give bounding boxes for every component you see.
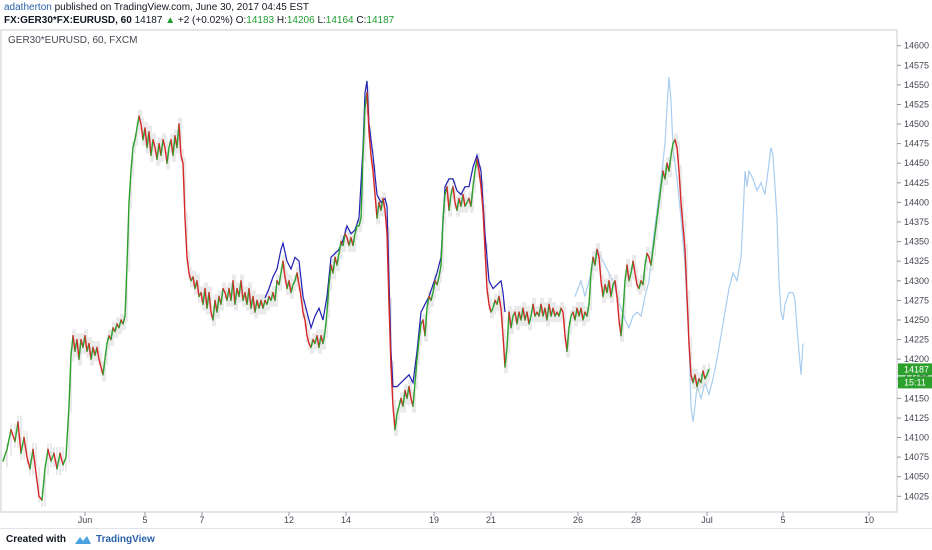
countdown-label: 15:11 — [904, 377, 926, 387]
x-tick-label: Jul — [701, 515, 713, 524]
x-tick-label: 7 — [199, 515, 204, 524]
high-label: H: — [276, 15, 287, 26]
y-tick-label: 14025 — [904, 491, 929, 501]
x-tick-label: 21 — [486, 515, 496, 524]
x-tick-label: 5 — [142, 515, 147, 524]
tradingview-logo-icon — [74, 535, 92, 545]
author-link[interactable]: adatherton — [4, 2, 52, 13]
y-tick-label: 14375 — [904, 217, 929, 227]
y-tick-label: 14450 — [904, 158, 929, 168]
close-value: 14187 — [366, 15, 395, 26]
close-label: C: — [356, 15, 367, 26]
tradingview-link[interactable]: TradingView — [96, 534, 155, 545]
published-text: published on TradingView.com, June 30, 2… — [54, 2, 310, 13]
open-value: 14183 — [246, 15, 275, 26]
x-tick-label: 5 — [780, 515, 785, 524]
x-tick-label: Jun — [78, 515, 93, 524]
y-tick-label: 14600 — [904, 41, 929, 51]
low-value: 14164 — [325, 15, 354, 26]
price-chart[interactable]: GER30*EURUSD, 60, FXCM 14025 14050 14075 14… — [0, 29, 932, 525]
y-tick-label: 14050 — [904, 472, 929, 482]
y-tick-label: 14400 — [904, 197, 929, 207]
y-tick-label: 14550 — [904, 80, 929, 90]
y-tick-label: 14125 — [904, 413, 929, 423]
symbol-line: FX:GER30*FX:EURUSD, 60 14187 ▲ +2 (+0.02… — [4, 14, 394, 28]
y-tick-label: 14525 — [904, 100, 929, 110]
y-tick-label: 14275 — [904, 295, 929, 305]
y-tick-label: 14475 — [904, 139, 929, 149]
created-with-text: Created with — [6, 534, 67, 545]
high-value: 14206 — [286, 15, 315, 26]
chart-container[interactable]: GER30*EURUSD, 60, FXCM 14025 14050 14075 14… — [0, 29, 932, 525]
symbol-name: FX:GER30*FX:EURUSD, 60 — [4, 15, 132, 26]
x-tick-label: 19 — [429, 515, 439, 524]
x-tick-label: 28 — [631, 515, 641, 524]
x-tick-label: 14 — [341, 515, 351, 524]
y-tick-label: 14250 — [904, 315, 929, 325]
y-tick-label: 14425 — [904, 178, 929, 188]
y-tick-label: 14575 — [904, 60, 929, 70]
y-tick-label: 14500 — [904, 119, 929, 129]
plot-area[interactable] — [0, 29, 898, 513]
low-label: L: — [317, 15, 326, 26]
y-tick-label: 14225 — [904, 335, 929, 345]
y-tick-label: 14300 — [904, 276, 929, 286]
open-label: O: — [235, 15, 247, 26]
change-arrow-icon: ▲ — [165, 15, 176, 26]
y-tick-label: 14075 — [904, 452, 929, 462]
chart-title: GER30*EURUSD, 60, FXCM — [8, 35, 137, 46]
last-price-label: 14187 — [904, 364, 929, 374]
publish-line: adatherton published on TradingView.com,… — [4, 1, 309, 14]
y-tick-label: 14100 — [904, 433, 929, 443]
time-axis[interactable]: Jun 5 7 12 14 19 21 26 28 Jul 5 10 — [78, 512, 874, 525]
x-tick-label: 12 — [284, 515, 294, 524]
y-tick-label: 14200 — [904, 354, 929, 364]
footer-bar: Created with TradingView — [0, 528, 932, 550]
x-tick-label: 26 — [573, 515, 583, 524]
last-price: 14187 — [134, 15, 163, 26]
y-tick-label: 14325 — [904, 256, 929, 266]
y-tick-label: 14350 — [904, 237, 929, 247]
x-tick-label: 10 — [864, 515, 874, 524]
change-value: +2 (+0.02%) — [177, 15, 233, 26]
y-tick-label: 14150 — [904, 393, 929, 403]
price-axis[interactable]: 1402514050140751410014125141501417514200… — [897, 41, 929, 502]
